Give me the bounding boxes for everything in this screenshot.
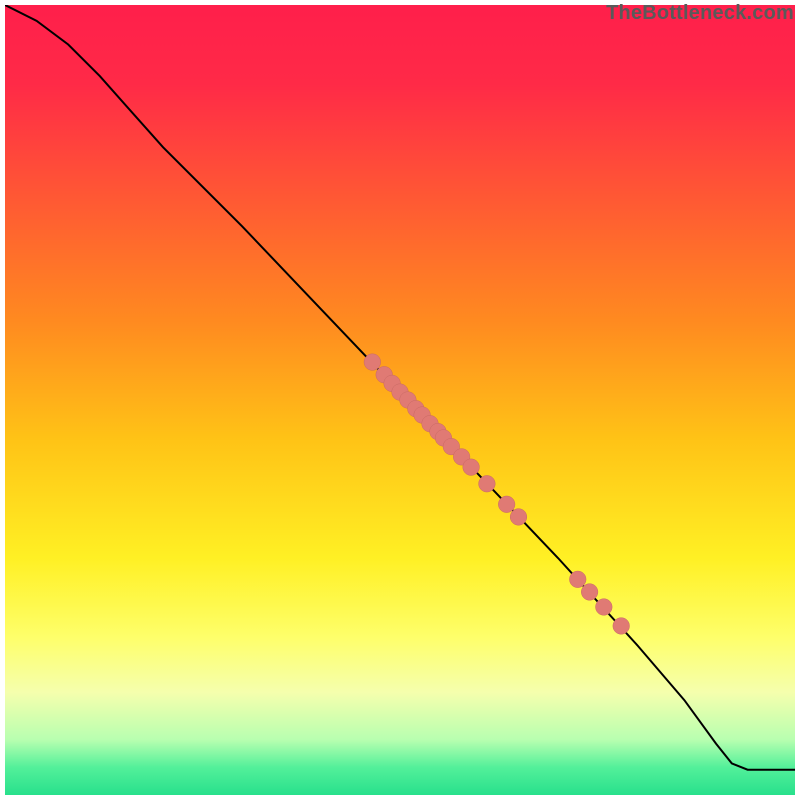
watermark-text: TheBottleneck.com bbox=[606, 2, 794, 25]
data-point bbox=[498, 496, 515, 513]
data-point bbox=[581, 584, 598, 601]
data-point bbox=[510, 509, 527, 526]
data-point bbox=[569, 571, 586, 588]
data-point bbox=[463, 459, 480, 476]
chart-container: TheBottleneck.com bbox=[0, 0, 800, 800]
plot-area bbox=[5, 5, 795, 795]
data-point bbox=[364, 354, 381, 371]
data-point bbox=[596, 599, 613, 616]
chart-overlay bbox=[5, 5, 795, 795]
data-point bbox=[479, 475, 496, 492]
data-point bbox=[613, 618, 630, 635]
